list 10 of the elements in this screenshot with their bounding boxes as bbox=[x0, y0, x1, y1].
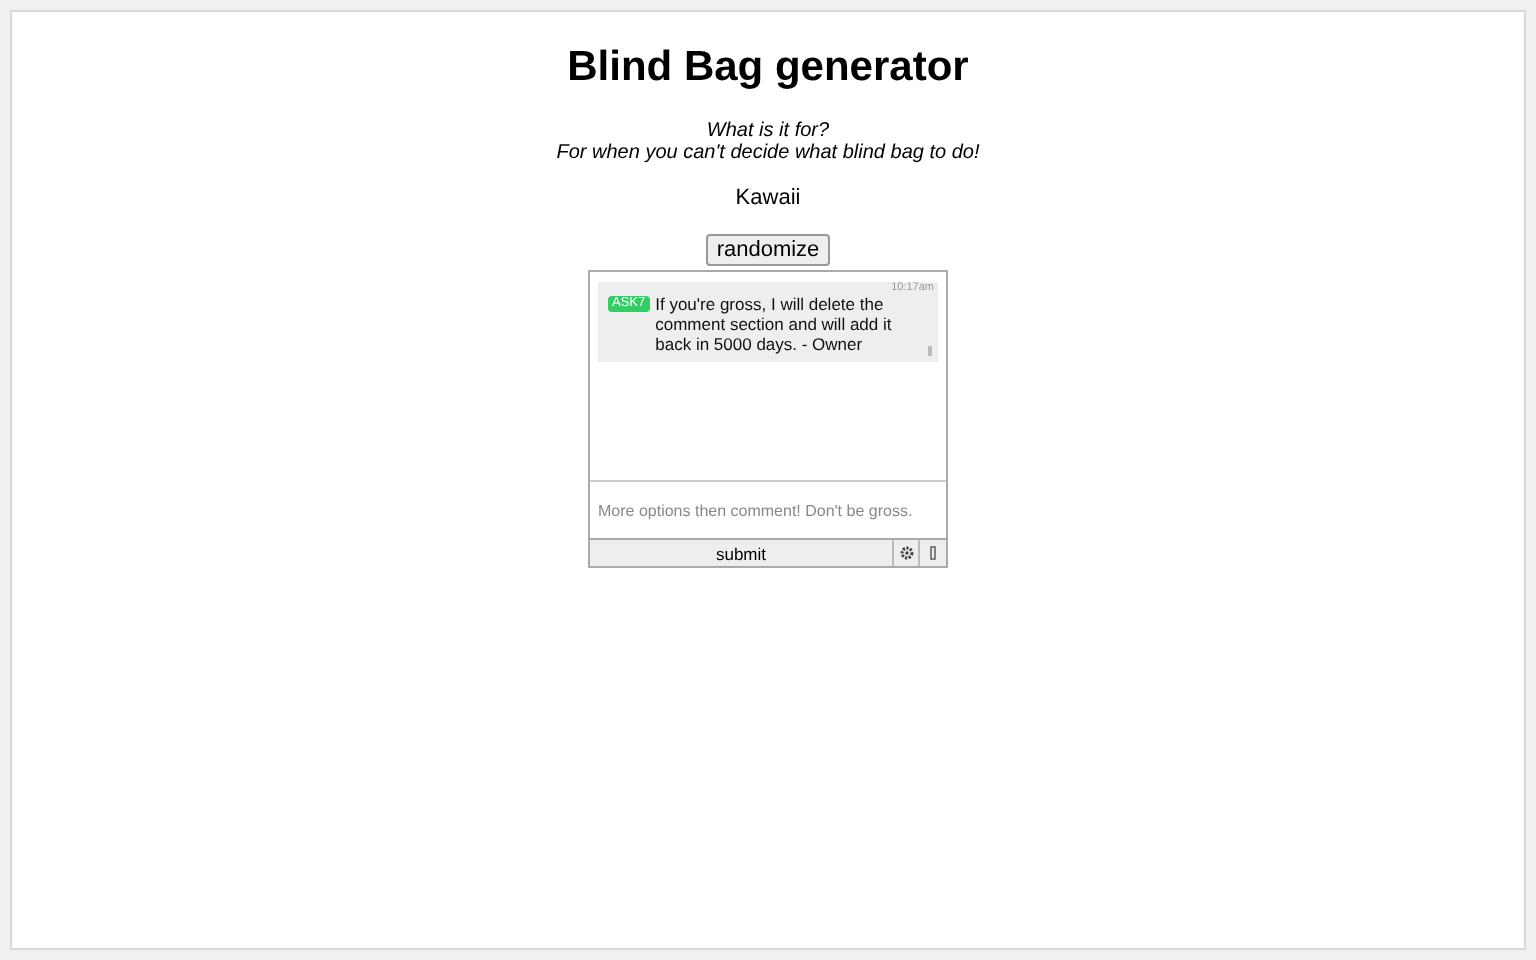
page-title: Blind Bag generator bbox=[567, 44, 969, 92]
gear-icon bbox=[899, 546, 913, 560]
randomize-button[interactable]: randomize bbox=[706, 234, 830, 266]
message-text: If you're gross, I will delete the comment section and will add it back in 5000 days. - Owner bbox=[655, 294, 894, 354]
result-text: Kawaii bbox=[735, 186, 801, 210]
handle-icon bbox=[928, 346, 932, 356]
intro-text: What is it for? bbox=[706, 120, 830, 142]
rectangle-icon bbox=[930, 546, 936, 560]
settings-button[interactable] bbox=[894, 540, 920, 566]
intro-text: For when you can't decide what blind bag to do! bbox=[556, 142, 980, 164]
